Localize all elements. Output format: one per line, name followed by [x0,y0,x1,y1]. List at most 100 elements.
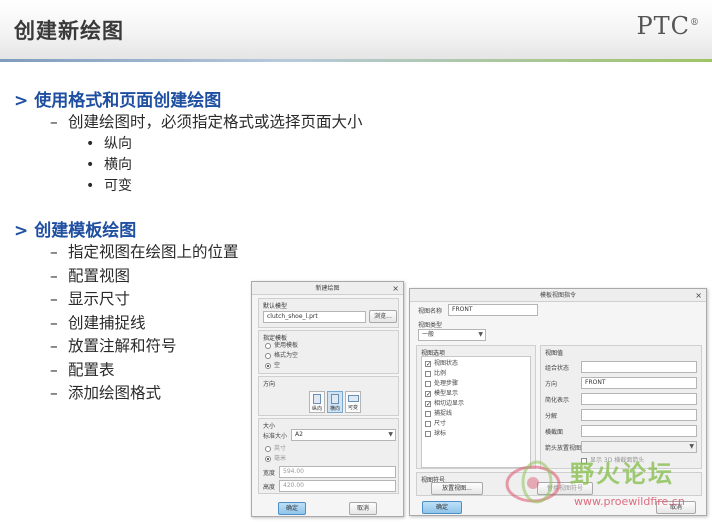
close-icon[interactable]: × [695,289,702,302]
section2-item-text: 放置注解和符号 [68,337,177,355]
watermark-text: 野火论坛 [570,460,674,488]
radio-selected-icon [265,362,271,369]
unit-inch-option[interactable]: 英寸 [265,445,286,453]
orientation-option-label: 可变 [347,405,358,411]
bullet-dash: – [50,113,58,131]
ok-button[interactable]: 确定 [278,502,306,515]
unit-mm-option[interactable]: 毫米 [265,455,286,463]
ptc-logo: PTC® [636,12,700,40]
close-icon[interactable]: × [392,282,399,295]
option-label: 球标 [434,430,447,437]
checkbox-icon [425,410,431,417]
template-option-empty[interactable]: 空 [265,362,280,370]
view-options-group: 视图选项 ✓ 视图状态 比例 处理步骤 ✓ 模型显示 ✓ 相切边显示 捕捉线 尺寸 球… [416,345,536,469]
view-name-label: 视图名称 [418,308,443,315]
slide-header: 创建新绘图 PTC® [0,0,712,62]
section2-item: – 显示尺寸 [50,287,130,309]
value-label: 方向 [545,381,558,388]
portrait-button[interactable]: 纵向 [309,391,325,413]
value-label: 分解 [545,413,558,420]
orientation-label: 方向 [263,381,276,388]
checkbox-icon [425,370,431,377]
watermark-logo-icon [505,460,561,504]
radio-icon [265,352,271,359]
section1-subitem: • 横向 [86,154,132,174]
view-type-label: 视图类型 [418,322,443,329]
bullet-dash: – [50,384,58,402]
orientation-group: 方向 纵向 横向 可变 [258,376,399,416]
template-view-dialog-title: 模板视图指令 [410,289,706,302]
chevron-down-icon: ▼ [478,331,483,338]
section2-item: – 指定视图在绘图上的位置 [50,240,239,262]
option-tangent-edge[interactable]: ✓ 相切边显示 [425,400,464,408]
view-type-value: 一般 [422,331,435,338]
option-label: 相切边显示 [434,400,465,407]
value-field[interactable] [581,361,697,373]
arrow-view-select[interactable]: ▼ [581,441,697,453]
value-field[interactable] [581,393,697,405]
option-label: 空 [274,362,281,369]
bullet-dot: • [86,157,95,173]
portrait-page-icon [313,394,321,404]
radio-icon [265,342,271,349]
size-label: 大小 [263,423,276,430]
option-scale[interactable]: 比例 [425,370,446,378]
option-label: 模型显示 [434,390,459,397]
place-view-button[interactable]: 放置视图... [431,482,483,495]
template-option-format[interactable]: 格式为空 [265,352,298,360]
section2-heading: > 创建模板绘图 [14,216,136,241]
option-view-state[interactable]: ✓ 视图状态 [425,360,458,368]
section2-item: – 配置视图 [50,264,130,286]
standard-size-label: 标准大小 [263,433,288,440]
value-field[interactable] [581,425,697,437]
value-label: 箭头放置视图 [545,445,582,452]
value-label: 简化表示 [545,397,570,404]
option-label: 使用模板 [274,342,299,349]
section2-item-text: 添加绘图格式 [68,384,162,402]
section1-heading-text: 使用格式和页面创建绘图 [34,91,222,111]
ok-button[interactable]: 确定 [422,501,462,514]
bullet-dot: • [86,136,95,152]
option-snap-line[interactable]: 捕捉线 [425,410,452,418]
default-model-field[interactable]: clutch_shoe_l.prt [263,311,366,323]
size-group: 大小 标准大小 A2 ▼ 英寸 毫米 宽度 594.00 高度 420.00 [258,418,399,494]
value-field[interactable] [581,409,697,421]
section2-item-text: 配置表 [68,361,115,379]
checkbox-icon [425,430,431,437]
orientation-option-label: 纵向 [311,406,322,412]
checkbox-checked-icon: ✓ [425,390,432,398]
bullet-dash: – [50,267,58,285]
option-model-display[interactable]: ✓ 模型显示 [425,390,458,398]
section2-heading-text: 创建模板绘图 [34,221,137,241]
standard-size-select[interactable]: A2 ▼ [291,429,396,441]
browse-button[interactable]: 浏览... [369,310,397,323]
bullet-dot: • [86,178,95,194]
default-model-group: 默认模型 clutch_shoe_l.prt 浏览... [258,298,399,328]
chevron-down-icon: ▼ [388,431,393,438]
width-label: 宽度 [263,470,276,477]
landscape-button[interactable]: 横向 [327,391,343,413]
height-label: 高度 [263,484,276,491]
watermark-url: www.proewildfire.cn [574,495,685,508]
option-process-step[interactable]: 处理步骤 [425,380,458,388]
option-balloon[interactable]: 球标 [425,430,446,438]
template-option-use[interactable]: 使用模板 [265,342,298,350]
section2-item: – 创建捕捉线 [50,311,146,333]
value-field[interactable]: FRONT [581,377,697,389]
ptc-logo-text: PTC [636,12,690,40]
width-field[interactable]: 594.00 [279,466,396,478]
section2-item: – 添加绘图格式 [50,381,161,403]
variable-button[interactable]: 可变 [345,391,361,413]
cancel-button[interactable]: 取消 [349,502,377,515]
slide-title: 创建新绘图 [14,19,124,43]
height-field[interactable]: 420.00 [279,480,396,492]
option-dimension[interactable]: 尺寸 [425,420,446,428]
standard-size-value: A2 [295,431,303,438]
section1-subitem: • 可变 [86,175,132,195]
option-label: 格式为空 [274,352,299,359]
landscape-page-icon [331,394,339,404]
view-type-select[interactable]: 一般 ▼ [418,329,486,341]
view-name-field[interactable]: FRONT [448,304,538,316]
unit-label: 毫米 [274,455,287,462]
bullet-dash: – [50,337,58,355]
